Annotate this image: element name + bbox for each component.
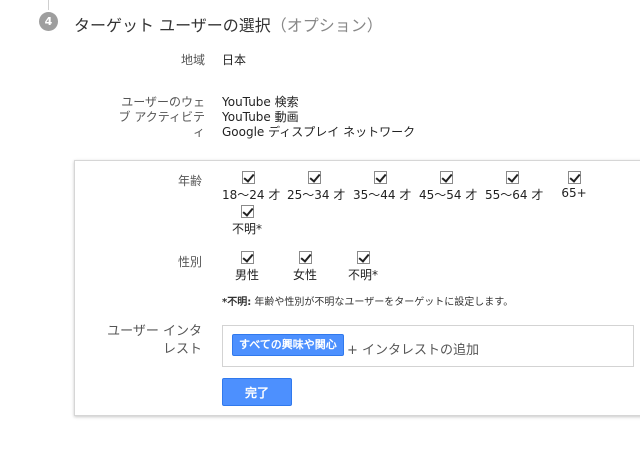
web-activity-youtube-video: YouTube 動画 [222,110,299,124]
age-checkbox-25-34[interactable]: 25～34 才 [287,171,346,203]
age-option-label: 25～34 才 [287,188,346,202]
age-checkbox-45-54[interactable]: 45～54 才 [419,171,478,203]
web-activity-label-line: ユーザーのウェ [121,95,205,109]
add-interest-link[interactable]: + インタレストの追加 [347,339,479,358]
step-optional-label: （オプション） [270,16,383,35]
gender-checkbox-unknown[interactable]: 不明* [345,251,381,283]
age-option-label: 45～54 才 [419,188,478,202]
region-label: 地域 [180,53,205,67]
gender-checkbox-female[interactable]: 女性 [290,251,320,283]
region-value: 日本 [222,53,247,67]
age-checkbox-55-64[interactable]: 55～64 才 [485,171,544,203]
checkbox-icon[interactable] [298,251,312,264]
interests-field[interactable]: すべての興味や関心 + インタレストの追加 [222,325,634,367]
web-activity-display-network: Google ディスプレイ ネットワーク [222,125,416,139]
checkbox-icon[interactable] [506,171,519,184]
web-activity-label: ユーザーのウェ ブ アクティビテ ィ [100,95,206,140]
age-label: 年齢 [177,174,202,188]
checkbox-icon[interactable] [240,251,254,264]
step-title: ターゲット ユーザーの選択（オプション） [74,12,383,36]
unknown-note-text: 年齢や性別が不明なユーザーをターゲットに設定します。 [251,297,514,308]
web-activity-label-line: ブ アクティビテ [118,110,206,124]
unknown-note: *不明: 年齢や性別が不明なユーザーをターゲットに設定します。 [222,293,513,308]
checkbox-icon[interactable] [374,171,387,184]
checkbox-icon[interactable] [567,171,581,184]
interest-chip-all[interactable]: すべての興味や関心 [232,334,344,356]
checkbox-icon[interactable] [440,171,453,184]
unknown-note-prefix: *不明: [222,297,252,308]
step-connector-line [48,0,49,10]
gender-option-label: 男性 [234,268,259,282]
age-checkbox-35-44[interactable]: 35～44 才 [353,171,412,203]
checkbox-icon[interactable] [241,171,255,184]
gender-label: 性別 [177,255,202,269]
age-checkbox-65-plus[interactable]: 65+ [560,171,588,200]
interests-label-line: ユーザー インタ [107,324,202,339]
done-button[interactable]: 完了 [222,378,292,406]
gender-option-label: 女性 [292,268,317,282]
age-option-label: 不明* [231,222,262,236]
gender-checkbox-male[interactable]: 男性 [232,251,262,283]
interests-label: ユーザー インタ レスト [90,323,202,359]
age-option-label: 18～24 才 [222,188,281,202]
age-checkbox-unknown[interactable]: 不明* [229,205,265,237]
age-option-label: 55～64 才 [485,188,544,202]
web-activity-label-line: ィ [192,125,205,139]
age-option-label: 65+ [561,186,587,200]
web-activity-youtube-search: YouTube 検索 [222,95,299,109]
gender-option-label: 不明* [347,268,378,282]
checkbox-icon[interactable] [308,171,321,184]
step-number-badge: 4 [39,12,58,31]
age-option-label: 35～44 才 [353,188,412,202]
checkbox-icon[interactable] [240,205,254,218]
step-title-text: ターゲット ユーザーの選択 [74,16,271,35]
checkbox-icon[interactable] [356,251,370,264]
interests-label-line: レスト [162,342,202,357]
web-activity-values: YouTube 検索 YouTube 動画 Google ディスプレイ ネットワ… [222,95,415,140]
age-checkbox-18-24[interactable]: 18～24 才 [222,171,281,203]
